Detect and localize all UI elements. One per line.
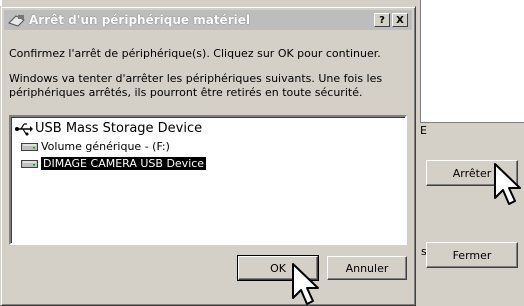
close-button-label: Fermer xyxy=(452,248,492,262)
device-item-generic-volume[interactable]: Volume générique - (F:) xyxy=(21,140,170,153)
pointer-cursor-icon-2 xyxy=(292,263,319,305)
cancel-button-label: Annuler xyxy=(345,261,389,275)
dialog-titlebar[interactable]: Arrêt d'un périphérique matériel ? X xyxy=(4,10,412,30)
device-list[interactable]: USB Mass Storage Device Volume générique… xyxy=(9,115,407,245)
cancel-button[interactable]: Annuler xyxy=(327,256,407,280)
device-item-dimage-camera[interactable]: DIMAGE CAMERA USB Device xyxy=(21,157,207,170)
drive-icon xyxy=(21,159,38,168)
ok-button-label: OK xyxy=(270,261,286,275)
background-label-fragment: E xyxy=(420,124,427,137)
usb-icon xyxy=(15,122,33,135)
help-button[interactable]: ? xyxy=(374,13,390,27)
close-button[interactable]: Fermer xyxy=(426,242,518,268)
info-message-line1: Windows va tenter d'arrêter les périphér… xyxy=(9,72,383,85)
stop-button-label: Arrêter xyxy=(452,166,492,180)
dialog-title: Arrêt d'un périphérique matériel xyxy=(29,13,250,27)
info-message-line2: périphériques arrêtés, ils pourront être… xyxy=(9,86,363,99)
background-device-list xyxy=(420,0,524,123)
device-label: DIMAGE CAMERA USB Device xyxy=(41,157,207,170)
device-label: Volume générique - (F:) xyxy=(41,140,170,153)
safely-remove-dialog: Arrêt d'un périphérique matériel ? X Con… xyxy=(0,6,416,306)
device-item-usb-mass-storage[interactable]: USB Mass Storage Device xyxy=(15,121,202,136)
pointer-cursor-icon xyxy=(494,163,521,205)
confirm-message: Confirmez l'arrêt de périphérique(s). Cl… xyxy=(9,47,381,60)
drive-icon xyxy=(21,142,38,151)
close-icon[interactable]: X xyxy=(392,13,408,27)
device-label: USB Mass Storage Device xyxy=(35,121,203,136)
hardware-icon xyxy=(8,15,25,27)
